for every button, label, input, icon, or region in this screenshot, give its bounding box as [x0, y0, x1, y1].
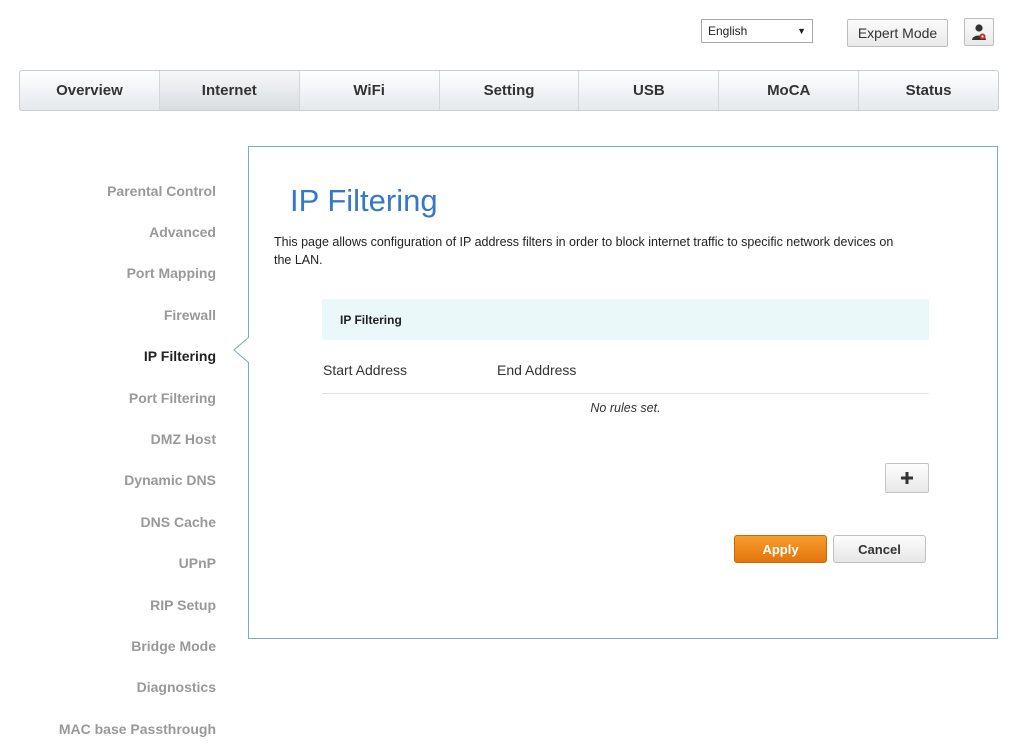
sidebar-item-upnp[interactable]: UPnP: [0, 543, 216, 584]
tab-overview[interactable]: Overview: [20, 71, 160, 110]
page-title: IP Filtering: [290, 183, 438, 218]
sidebar-item-dmz-host[interactable]: DMZ Host: [0, 418, 216, 459]
chevron-down-icon: ▼: [797, 26, 806, 36]
tab-setting[interactable]: Setting: [440, 71, 580, 110]
cancel-button[interactable]: Cancel: [833, 535, 926, 563]
sidebar-item-diagnostics[interactable]: Diagnostics: [0, 667, 216, 708]
section-header: IP Filtering: [322, 299, 929, 340]
language-select-value: English: [708, 24, 748, 38]
empty-message: No rules set.: [590, 401, 661, 415]
column-end-address: End Address: [497, 362, 577, 378]
tab-wifi[interactable]: WiFi: [300, 71, 440, 110]
add-rule-button[interactable]: [885, 463, 929, 493]
sidebar-item-parental-control[interactable]: Parental Control: [0, 170, 216, 211]
panel-pointer: [233, 336, 250, 364]
tab-moca[interactable]: MoCA: [719, 71, 860, 110]
language-select[interactable]: English ▼: [701, 19, 813, 43]
sidebar-item-port-mapping[interactable]: Port Mapping: [0, 253, 216, 294]
sidebar-item-dynamic-dns[interactable]: Dynamic DNS: [0, 460, 216, 501]
sidebar-item-firewall[interactable]: Firewall: [0, 294, 216, 335]
page-description: This page allows configuration of IP add…: [274, 235, 894, 267]
sidebar-item-mac-base-passthrough[interactable]: MAC base Passthrough: [0, 708, 216, 746]
tab-status[interactable]: Status: [859, 71, 998, 110]
user-button[interactable]: [964, 18, 994, 46]
sidebar: Parental Control Advanced Port Mapping F…: [0, 170, 216, 746]
tab-internet[interactable]: Internet: [159, 71, 300, 110]
sidebar-item-bridge-mode[interactable]: Bridge Mode: [0, 625, 216, 666]
sidebar-item-ip-filtering[interactable]: IP Filtering: [0, 336, 216, 377]
sidebar-item-advanced[interactable]: Advanced: [0, 211, 216, 252]
column-start-address: Start Address: [323, 362, 408, 378]
sidebar-item-port-filtering[interactable]: Port Filtering: [0, 377, 216, 418]
tab-usb[interactable]: USB: [579, 71, 720, 110]
user-settings-icon: [972, 24, 986, 40]
sidebar-item-rip-setup[interactable]: RIP Setup: [0, 584, 216, 625]
table-divider: [322, 393, 929, 394]
main-nav: Overview Internet WiFi Setting USB MoCA …: [19, 70, 999, 111]
sidebar-item-dns-cache[interactable]: DNS Cache: [0, 501, 216, 542]
expert-mode-button[interactable]: Expert Mode: [847, 19, 948, 47]
plus-icon: [901, 472, 913, 484]
apply-button[interactable]: Apply: [734, 535, 827, 563]
